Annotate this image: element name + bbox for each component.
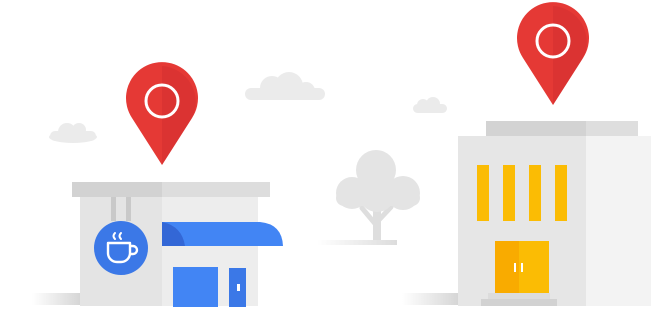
office-window: [529, 165, 541, 221]
ground-right: [402, 293, 458, 305]
ground-middle: [317, 240, 397, 245]
ground-left: [32, 293, 80, 305]
office-window: [477, 165, 489, 221]
location-illustration: [0, 0, 651, 313]
office-window: [503, 165, 515, 221]
cloud-icon: [413, 97, 447, 113]
cloud-icon: [49, 123, 97, 143]
cloud-icon: [245, 72, 325, 100]
office-window: [555, 165, 567, 221]
coffee-cup-icon: [94, 221, 148, 275]
map-pin-icon: [516, 2, 589, 105]
map-pin-icon: [126, 62, 199, 166]
tree-icon: [336, 150, 420, 244]
office-building: [458, 121, 651, 306]
coffee-shop-building: [72, 182, 283, 307]
